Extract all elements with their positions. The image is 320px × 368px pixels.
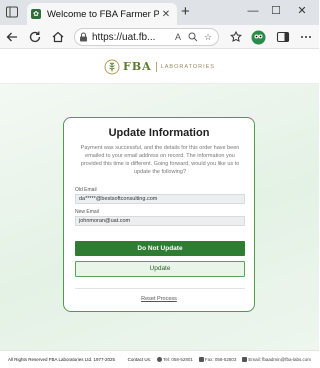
back-arrow-icon[interactable] — [4, 29, 20, 45]
card-message: Payment was successful, and the details … — [80, 145, 240, 175]
read-aloud-icon[interactable]: A — [172, 31, 184, 43]
email-icon — [242, 357, 248, 362]
wheat-emblem-icon — [104, 59, 120, 74]
card-title: Update Information — [108, 127, 210, 139]
home-icon[interactable] — [50, 29, 66, 45]
logo-text: FBA — [123, 60, 152, 73]
footer-contact: Contact Us: Tel: 058-52801 Fax: 058-5280… — [128, 357, 311, 362]
site-header: FBA LABORATORIES — [0, 50, 319, 84]
tab-close-icon[interactable]: ✕ — [159, 9, 173, 20]
url-text[interactable]: https://uat.fb... — [92, 32, 169, 43]
phone-icon — [157, 357, 163, 362]
site-footer: All Rights Reserved FBA Laboratories Ltd… — [0, 350, 319, 368]
tab-title: Welcome to FBA Farmer Portal — [47, 8, 159, 20]
footer-fax: Fax: 058-52803 — [198, 357, 237, 362]
new-email-label: New Email — [75, 209, 99, 215]
refresh-icon[interactable] — [27, 29, 43, 45]
logo-subtitle: LABORATORIES — [160, 63, 215, 70]
contact-label: Contact Us: — [127, 357, 152, 362]
favorite-star-icon[interactable]: ☆ — [202, 31, 214, 43]
reset-process-link[interactable]: Reset Process — [64, 296, 254, 302]
card-divider — [75, 288, 245, 289]
tab-actions-icon[interactable] — [5, 5, 19, 19]
browser-tab[interactable]: ✿ Welcome to FBA Farmer Portal ✕ — [27, 3, 177, 25]
footer-email-text: Email: fbaadmin@fba-labs.com — [248, 357, 311, 362]
old-email-field: da*****@bestsoftconsulting.com — [75, 194, 245, 204]
sidebar-toggle-icon[interactable] — [275, 29, 291, 45]
do-not-update-button[interactable]: Do Not Update — [75, 241, 245, 256]
fba-logo[interactable]: FBA LABORATORIES — [104, 59, 215, 75]
old-email-label: Old Email — [75, 187, 97, 193]
minimize-button[interactable]: — — [244, 3, 262, 19]
tab-strip: ✿ Welcome to FBA Farmer Portal ✕ + — ☐ ✕ — [0, 0, 319, 25]
address-bar[interactable]: https://uat.fb... A ☆ — [74, 28, 219, 46]
new-tab-button[interactable]: + — [181, 4, 190, 20]
logo-divider — [155, 61, 157, 72]
footer-tel[interactable]: Tel: 058-52801 — [157, 357, 193, 362]
maximize-button[interactable]: ☐ — [267, 3, 285, 19]
browser-toolbar: https://uat.fb... A ☆ — [0, 25, 319, 49]
zoom-icon[interactable] — [187, 31, 199, 43]
close-window-button[interactable]: ✕ — [293, 3, 311, 19]
more-options-icon[interactable] — [298, 29, 314, 45]
update-information-card: Update Information Payment was successfu… — [63, 117, 255, 312]
fba-favicon-icon: ✿ — [31, 9, 41, 19]
fax-icon — [198, 357, 204, 362]
favorites-icon[interactable] — [228, 29, 244, 45]
lock-icon[interactable] — [79, 32, 88, 42]
update-button[interactable]: Update — [75, 261, 245, 277]
footer-tel-text: Tel: 058-52801 — [163, 357, 193, 362]
profile-avatar-icon[interactable] — [250, 29, 266, 45]
footer-fax-text: Fax: 058-52803 — [204, 357, 237, 362]
footer-copyright: All Rights Reserved FBA Laboratories Ltd… — [8, 357, 116, 362]
footer-email[interactable]: Email: fbaadmin@fba-labs.com — [242, 357, 311, 362]
new-email-field: johnmoran@uat.com — [75, 216, 245, 226]
